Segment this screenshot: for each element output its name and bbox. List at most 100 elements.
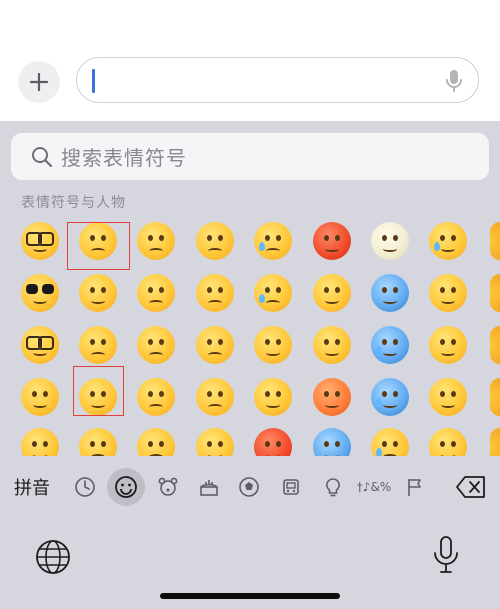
party-face [21,428,59,456]
triumph-face [254,326,292,364]
emoji-pale[interactable] [365,216,415,266]
partial-emoji[interactable] [490,274,500,312]
think-face [429,326,467,364]
emoji-scream[interactable] [365,268,415,318]
emoji-slightly-frown[interactable] [131,320,181,370]
highlight-box [73,366,124,416]
recent-icon[interactable] [66,468,104,506]
pleading-face [196,428,234,456]
pinyin-button[interactable]: 拼音 [14,468,50,506]
anxious-face [371,428,409,456]
message-input[interactable] [76,57,479,103]
emoji-cry[interactable] [248,216,298,266]
cold-sweat-face [371,326,409,364]
symbols-icon[interactable]: †♪&% [354,468,394,506]
globe-icon[interactable] [35,539,71,575]
confounded-face [196,222,234,260]
search-icon [32,146,53,167]
plus-icon [29,72,49,92]
food-icon[interactable] [190,468,228,506]
emoji-anxious[interactable] [365,422,415,456]
objects-icon[interactable] [314,468,352,506]
frown-face [137,378,175,416]
microphone-icon[interactable] [445,69,463,93]
emoji-cursing[interactable] [307,216,357,266]
emoji-nerd[interactable] [15,216,65,266]
emoji-hand-mouth[interactable] [423,422,473,456]
emoji-confounded[interactable] [190,268,240,318]
disguise-face [21,326,59,364]
angry-face [254,378,292,416]
hand-mouth-face [429,428,467,456]
smirk-face [79,274,117,312]
highlight-box [67,222,130,270]
sweat-face [429,222,467,260]
activity-icon[interactable] [230,468,268,506]
emoji-party[interactable] [15,422,65,456]
cold-face [313,428,351,456]
emoji-sweat[interactable] [423,216,473,266]
nerd-face [21,222,59,260]
pale-face [371,222,409,260]
emoji-hot[interactable] [307,372,357,422]
partial-emoji[interactable] [490,428,500,456]
hot-face [313,378,351,416]
emoji-think[interactable] [423,320,473,370]
emoji-sob[interactable] [248,268,298,318]
add-button[interactable] [18,61,60,103]
animals-icon[interactable] [149,468,187,506]
emoji-smirk[interactable] [73,268,123,318]
emoji-peek[interactable] [423,372,473,422]
emoji-rage[interactable] [248,422,298,456]
emoji-hug[interactable] [423,268,473,318]
emoji-unamused[interactable] [73,320,123,370]
cry-face [254,222,292,260]
delete-button[interactable] [452,468,490,506]
travel-icon[interactable] [272,468,310,506]
emoji-disappointed[interactable] [73,422,123,456]
sob-face [254,274,292,312]
emoji-cold[interactable] [307,422,357,456]
emoji-triumph[interactable] [248,320,298,370]
smileys-icon[interactable] [107,468,145,506]
emoji-search-bar[interactable]: 搜索表情符号 [11,133,489,180]
frowning-face [137,428,175,456]
starstruck-face [21,378,59,416]
emoji-pensive[interactable] [131,216,181,266]
emoji-starstruck[interactable] [15,372,65,422]
emoji-confounded[interactable] [190,216,240,266]
emoji-pleading[interactable] [190,422,240,456]
emoji-flushed[interactable] [307,320,357,370]
emoji-cold-sweat2[interactable] [365,372,415,422]
composer-area [0,0,500,121]
search-placeholder: 搜索表情符号 [61,146,187,170]
emoji-keyboard: 搜索表情符号 表情符号与人物 拼音 †♪&% [0,121,500,609]
emoji-tired[interactable] [190,320,240,370]
partial-emoji[interactable] [490,378,500,416]
emoji-disguise[interactable] [15,320,65,370]
hug-face [429,274,467,312]
scream-face [371,274,409,312]
dictation-microphone-icon[interactable] [433,536,459,574]
emoji-angry[interactable] [248,372,298,422]
partial-emoji[interactable] [490,326,500,364]
tired-face [196,326,234,364]
emoji-worried[interactable] [131,268,181,318]
emoji-category-toolbar: 拼音 †♪&% [0,464,500,512]
emoji-exploding[interactable] [307,268,357,318]
emoji-weary2[interactable] [190,372,240,422]
cool-face [21,274,59,312]
flushed-face [313,326,351,364]
rage-face [254,428,292,456]
emoji-frowning[interactable] [131,422,181,456]
backspace-icon [456,476,485,498]
emoji-cold-sweat[interactable] [365,320,415,370]
cursing-face [313,222,351,260]
disappointed-face [79,428,117,456]
partial-emoji[interactable] [490,222,500,260]
pensive-face [137,222,175,260]
flags-icon[interactable] [396,468,434,506]
home-indicator [160,593,340,599]
emoji-frown[interactable] [131,372,181,422]
emoji-cool[interactable] [15,268,65,318]
